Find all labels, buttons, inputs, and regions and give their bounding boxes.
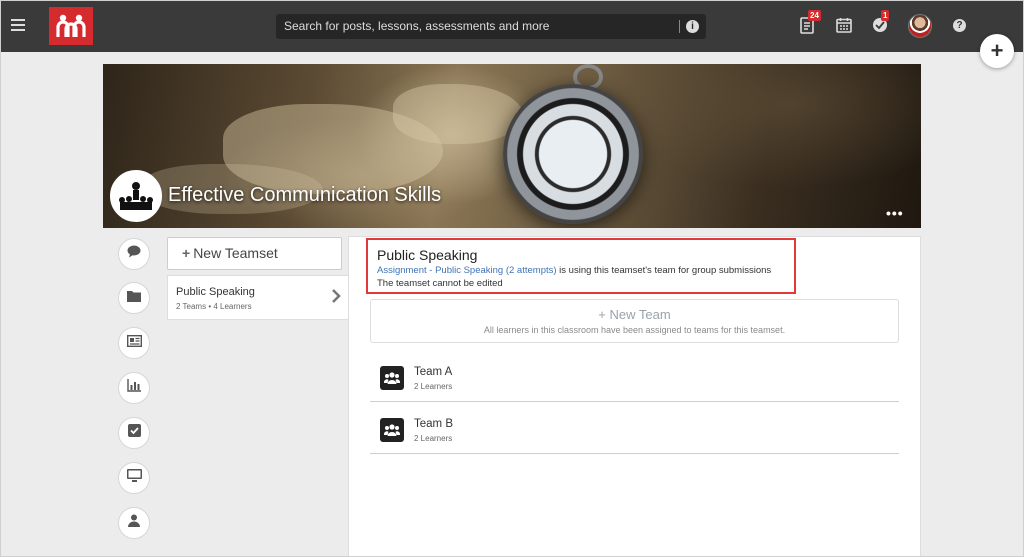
banner-map-shape — [393, 84, 523, 144]
search-input[interactable]: Search for posts, lessons, assessments a… — [276, 14, 706, 39]
bar-chart-icon — [127, 379, 141, 397]
chevron-right-icon — [331, 288, 341, 309]
plus-icon: + — [182, 245, 191, 261]
rail-chat-button[interactable] — [118, 238, 150, 270]
help-icon[interactable]: ? — [953, 19, 966, 32]
teamset-locked-notice: Public Speaking Assignment - Public Spea… — [366, 238, 796, 294]
notice-title: Public Speaking — [377, 247, 478, 263]
calendar-icon[interactable] — [836, 17, 854, 35]
folder-icon — [127, 289, 141, 307]
rail-analytics-button[interactable] — [118, 372, 150, 404]
info-icon[interactable]: i — [686, 20, 699, 33]
new-teamset-button[interactable]: + New Teamset — [167, 237, 342, 270]
team-meta: 2 Learners — [414, 434, 453, 443]
grades-badge: 1 — [881, 10, 890, 21]
rail-people-button[interactable] — [118, 507, 150, 539]
person-icon — [128, 514, 140, 532]
newspaper-icon — [126, 334, 142, 352]
new-team-note: All learners in this classroom have been… — [483, 325, 786, 335]
monitor-icon — [126, 469, 142, 487]
team-group-icon — [380, 366, 404, 390]
teamset-meta: 2 Teams • 4 Learners — [176, 302, 252, 311]
notice-line2: The teamset cannot be edited — [377, 278, 503, 289]
new-teamset-label: New Teamset — [193, 245, 278, 261]
search-placeholder: Search for posts, lessons, assessments a… — [284, 19, 550, 33]
rail-news-button[interactable] — [118, 327, 150, 359]
team-row[interactable]: Team B 2 Learners — [370, 406, 899, 454]
checkbox-icon — [127, 424, 141, 442]
new-team-button[interactable]: + New Team All learners in this classroo… — [370, 299, 899, 343]
add-button[interactable]: + — [980, 34, 1014, 68]
chat-icon — [127, 245, 141, 263]
teamset-item-public-speaking[interactable]: Public Speaking 2 Teams • 4 Learners — [167, 275, 349, 320]
team-meta: 2 Learners — [414, 382, 453, 391]
rail-files-button[interactable] — [118, 282, 150, 314]
top-bar: Search for posts, lessons, assessments a… — [0, 0, 1024, 52]
rail-tasks-button[interactable] — [118, 417, 150, 449]
team-name: Team A — [414, 366, 453, 378]
plus-icon: + — [598, 307, 610, 322]
pocket-watch-image — [503, 84, 643, 224]
menu-icon[interactable] — [11, 19, 25, 31]
notice-message: Assignment - Public Speaking (2 attempts… — [377, 265, 771, 276]
new-team-label: New Team — [609, 307, 671, 322]
course-avatar[interactable] — [110, 170, 162, 222]
teamset-name: Public Speaking — [176, 286, 255, 298]
notice-suffix: is using this teamset's team for group s… — [556, 265, 772, 276]
rail-monitor-button[interactable] — [118, 462, 150, 494]
search-divider — [679, 20, 680, 33]
new-team-label-wrap: + New Team — [371, 307, 898, 322]
course-title: Effective Communication Skills — [168, 184, 442, 206]
more-options-icon[interactable]: ••• — [886, 205, 904, 221]
avatar[interactable] — [908, 14, 932, 38]
team-name: Team B — [414, 418, 453, 430]
course-banner: Effective Communication Skills ••• — [103, 64, 921, 228]
team-group-icon — [380, 418, 404, 442]
logo-icon[interactable] — [49, 7, 93, 45]
team-row[interactable]: Team A 2 Learners — [370, 354, 899, 402]
assignments-badge: 24 — [808, 10, 821, 21]
assignment-link[interactable]: Assignment - Public Speaking (2 attempts… — [377, 265, 557, 276]
